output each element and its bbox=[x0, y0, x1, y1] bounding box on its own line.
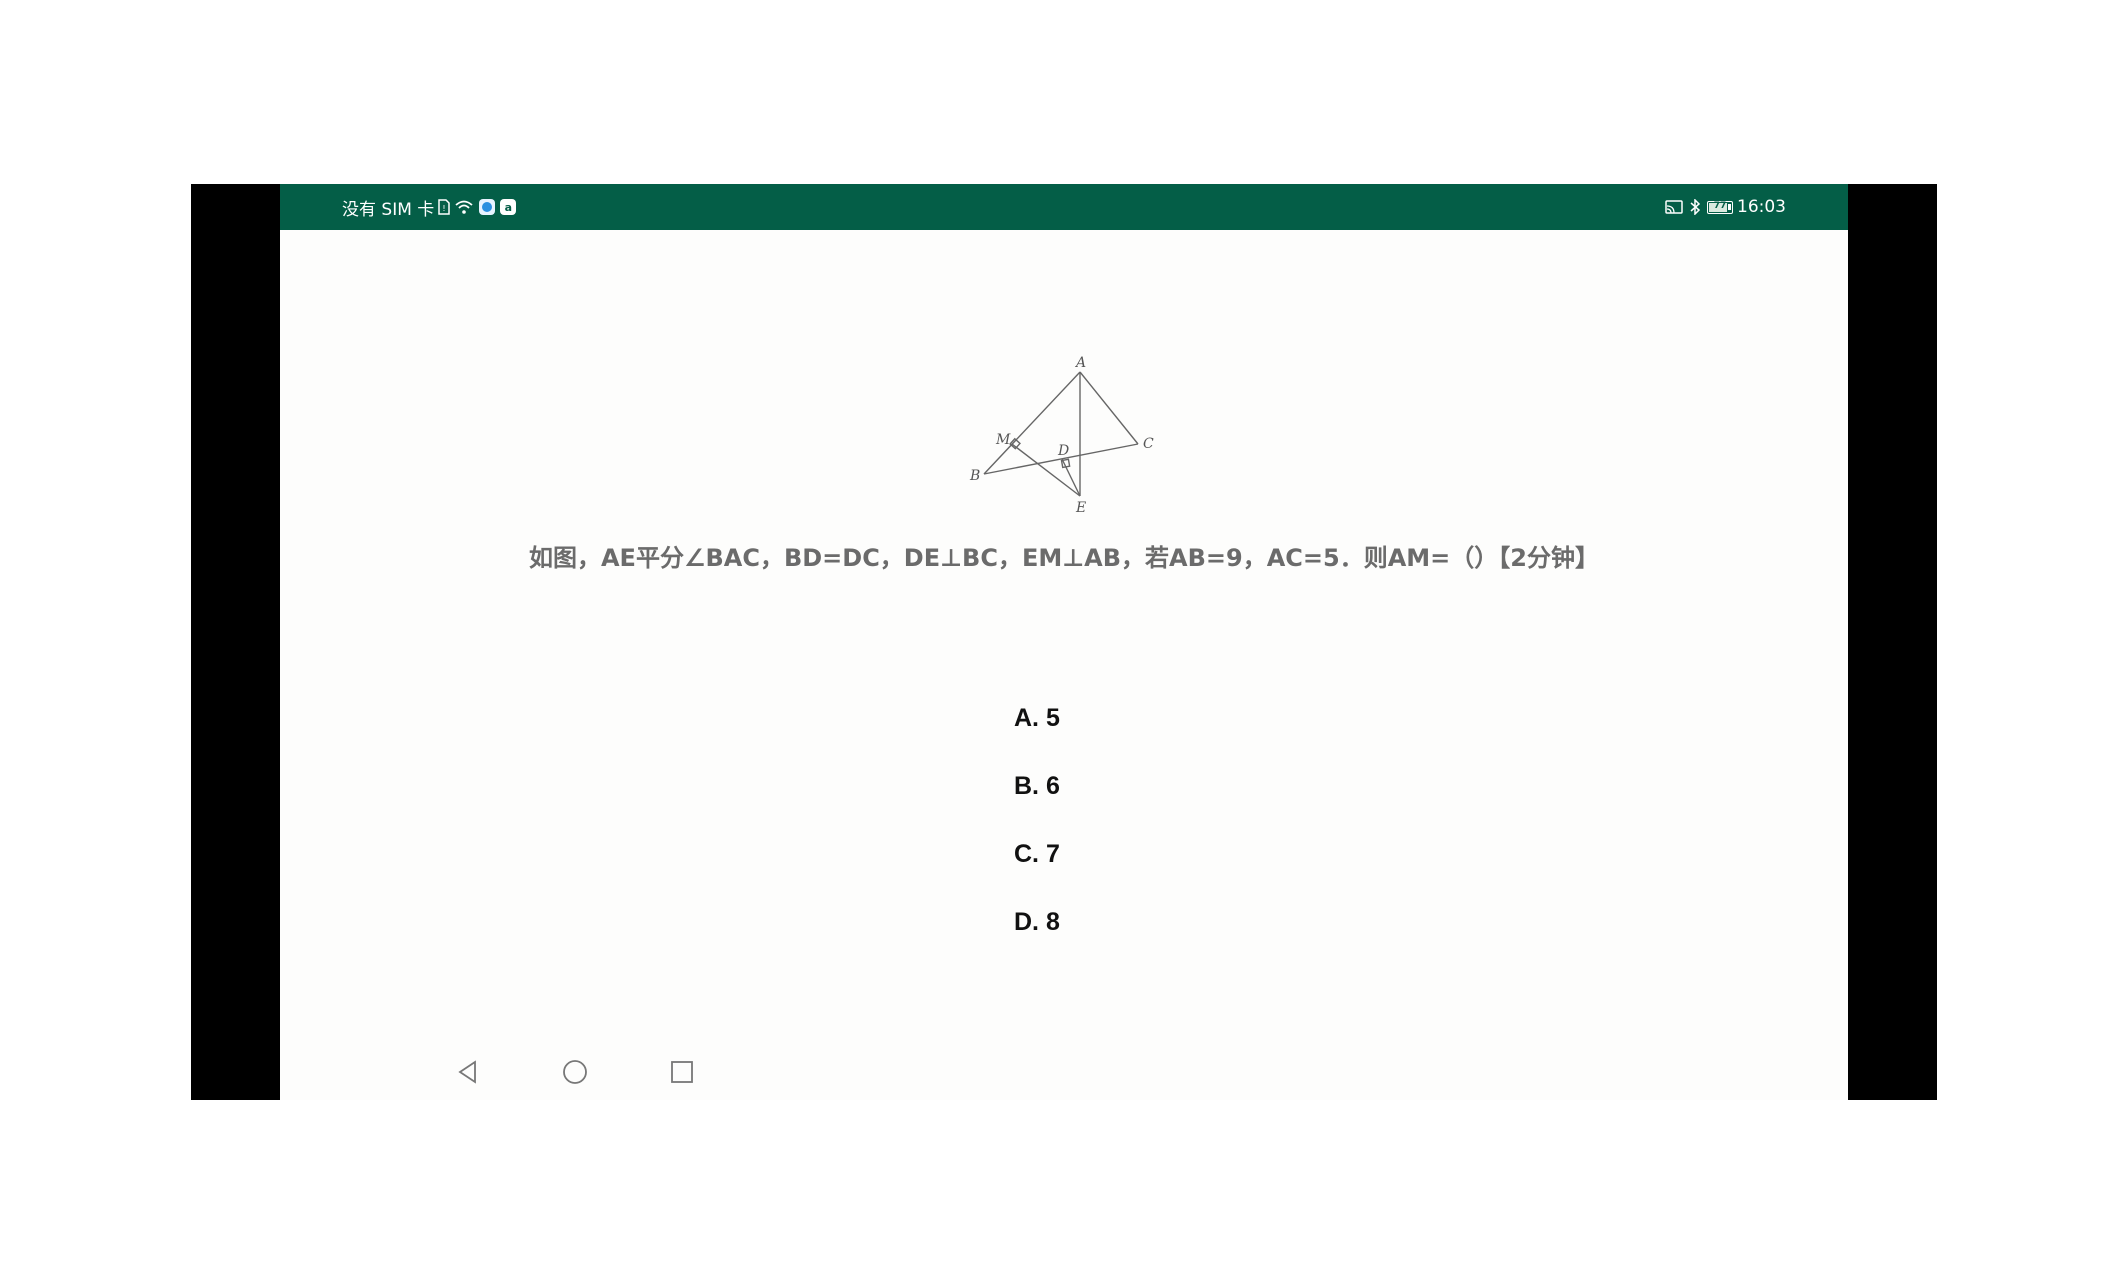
app-badge-icon: a bbox=[500, 199, 517, 215]
bluetooth-icon bbox=[1689, 199, 1701, 215]
line-de bbox=[1061, 458, 1081, 497]
back-button[interactable] bbox=[448, 1052, 488, 1092]
recents-button[interactable] bbox=[662, 1052, 702, 1092]
svg-text:!: ! bbox=[443, 204, 446, 213]
cast-icon bbox=[1665, 199, 1683, 215]
line-me bbox=[1011, 443, 1081, 497]
home-icon bbox=[563, 1060, 587, 1084]
back-icon bbox=[458, 1060, 476, 1084]
line-ac bbox=[1079, 371, 1139, 445]
question-text: 如图，AE平分∠BAC，BD=DC，DE⊥BC，EM⊥AB，若AB=9，AC=5… bbox=[528, 544, 1599, 572]
carrier-text: 没有 SIM 卡 bbox=[342, 199, 435, 220]
sim-missing-icon: ! bbox=[438, 199, 451, 215]
wifi-icon bbox=[454, 199, 474, 215]
home-button[interactable] bbox=[555, 1052, 595, 1092]
battery-level: 77 bbox=[1713, 200, 1727, 211]
status-bar: 没有 SIM 卡 ! a 77 16:03 bbox=[280, 184, 1848, 230]
app-icon bbox=[478, 198, 496, 216]
screen: 没有 SIM 卡 ! a 77 16:03 A B C D E M 如图，AE平… bbox=[280, 184, 1848, 1100]
battery-icon: 77 bbox=[1707, 200, 1733, 214]
answer-options: A. 5 B. 6 C. 7 D. 8 bbox=[1002, 684, 1122, 956]
navigation-bar bbox=[280, 1044, 1848, 1100]
option-a[interactable]: A. 5 bbox=[1002, 684, 1122, 752]
option-d[interactable]: D. 8 bbox=[1002, 888, 1122, 956]
label-b: B bbox=[969, 468, 980, 484]
option-c[interactable]: C. 7 bbox=[1002, 820, 1122, 888]
recents-icon bbox=[671, 1061, 693, 1083]
label-c: C bbox=[1143, 436, 1154, 452]
geometry-figure: A B C D E M bbox=[952, 352, 1176, 548]
label-m: M bbox=[995, 432, 1011, 448]
label-d: D bbox=[1057, 443, 1069, 459]
clock-time: 16:03 bbox=[1737, 197, 1786, 217]
label-e: E bbox=[1075, 500, 1086, 516]
label-a: A bbox=[1074, 355, 1086, 371]
option-b[interactable]: B. 6 bbox=[1002, 752, 1122, 820]
